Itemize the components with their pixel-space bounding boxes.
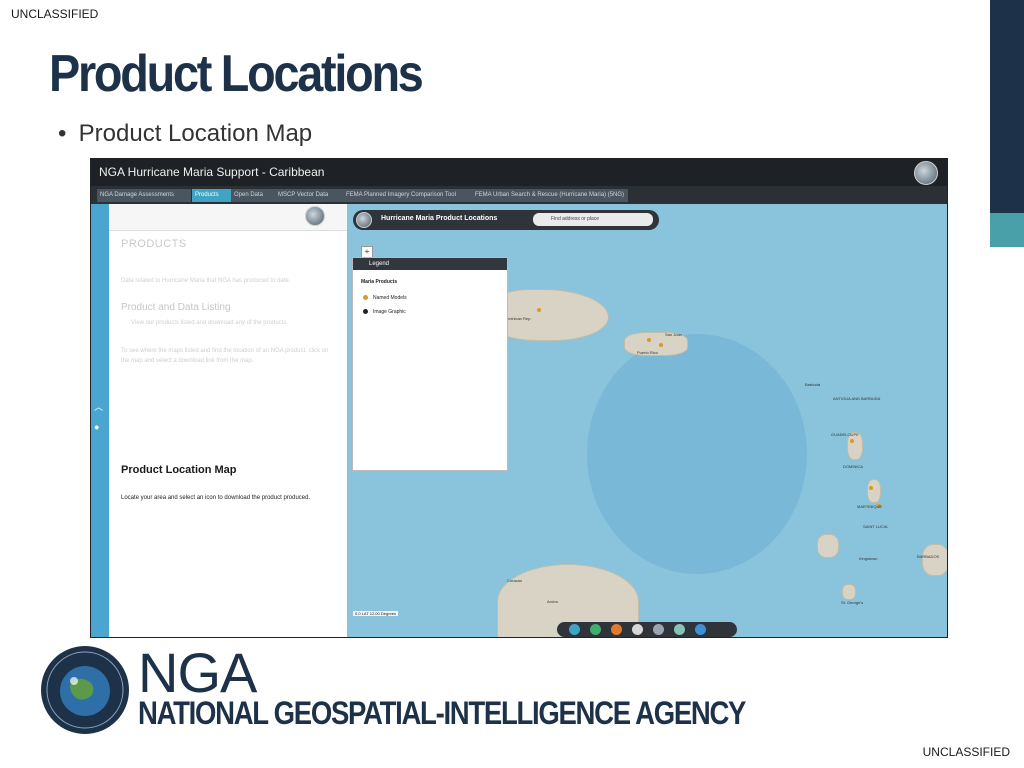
app-tabbar: NGA Damage Assessments Products Open Dat…	[91, 186, 947, 204]
map-label: GUADELOUPE	[831, 432, 859, 437]
tab-damage-assessments[interactable]: NGA Damage Assessments	[97, 189, 191, 202]
map-label: MARTINIQUE	[857, 504, 883, 509]
panel-subheading: Product and Data Listing	[121, 302, 231, 313]
print-tool-icon[interactable]	[632, 624, 643, 635]
panel-toolbar	[109, 204, 347, 231]
land-martinique	[867, 479, 881, 503]
tab-vector-data[interactable]: MSCP Vector Data	[275, 189, 344, 202]
yellow-pin-icon	[363, 295, 368, 300]
map-label: San Juan	[665, 332, 682, 337]
map-label: Puerto Rico	[637, 350, 658, 355]
legend-group: Maria Products	[361, 279, 398, 285]
layers-tool-icon[interactable]	[611, 624, 622, 635]
map-label: ANTIGUA AND BARBUDA	[833, 396, 881, 401]
map-bar-title: Hurricane Maria Product Locations	[381, 215, 498, 222]
measure-tool-icon[interactable]	[653, 624, 664, 635]
land-st-vincent	[817, 534, 839, 558]
bullet-text: Product Location Map	[78, 120, 313, 147]
deep-water	[587, 334, 807, 574]
draw-tool-icon[interactable]	[674, 624, 685, 635]
panel-nav-strip: ︿ ●	[91, 204, 109, 637]
page-dot-icon[interactable]: ●	[94, 422, 99, 432]
app-title: NGA Hurricane Maria Support - Caribbean	[99, 165, 325, 179]
map-label: DOMINICA	[843, 464, 863, 469]
map-label: St. George's	[841, 600, 864, 605]
map-view[interactable]: Dominican Rep. Puerto Rico San Juan Barb…	[347, 204, 947, 637]
share-tool-icon[interactable]	[695, 624, 706, 635]
map-label: Barbuda	[805, 382, 821, 387]
product-point[interactable]	[869, 486, 873, 490]
map-search-bar: Hurricane Maria Product Locations Find a…	[353, 210, 659, 230]
nga-seal-logo	[41, 646, 129, 734]
tab-imagery-comparison[interactable]: FEMA Planned Imagery Comparison Tool	[343, 189, 473, 202]
left-panel: ︿ ● PRODUCTS Data related to Hurricane M…	[91, 204, 347, 637]
panel-faded-paragraph: To see where the maps listed and find th…	[121, 348, 329, 364]
legend-item: Image Graphic	[373, 309, 406, 315]
panel-section-desc: Locate your area and select an icon to d…	[121, 495, 311, 501]
black-pin-icon	[363, 309, 368, 314]
product-point[interactable]	[647, 338, 651, 342]
accent-bar-navy	[990, 0, 1024, 213]
basemap-tool-icon[interactable]	[590, 624, 601, 635]
slide-bullet: • Product Location Map	[58, 120, 313, 147]
slide-title: Product Locations	[49, 45, 424, 103]
map-scale: 0.0 LAT 12.00 Degrees	[353, 611, 398, 616]
map-label: Curacao	[507, 578, 523, 583]
land-barbados	[922, 544, 947, 576]
panel-heading: PRODUCTS	[121, 238, 187, 250]
classification-top: UNCLASSIFIED	[11, 7, 99, 21]
map-bottom-toolbar	[557, 622, 737, 637]
accent-bar-teal	[990, 213, 1024, 247]
tab-open-data[interactable]: Open Data	[231, 189, 275, 202]
nga-full-name: NATIONAL GEOSPATIAL-INTELLIGENCE AGENCY	[138, 695, 746, 731]
map-label: SAINT LUCIA	[863, 524, 888, 529]
tab-products[interactable]: Products	[192, 189, 231, 202]
map-label: Aruba	[547, 599, 558, 604]
panel-sub-item: View our products listed and download an…	[131, 320, 288, 326]
app-screenshot: NGA Hurricane Maria Support - Caribbean …	[90, 158, 948, 638]
globe-icon[interactable]	[914, 161, 938, 185]
list-tool-icon[interactable]	[569, 624, 580, 635]
classification-bottom: UNCLASSIFIED	[922, 745, 1010, 759]
globe-icon[interactable]	[356, 212, 372, 228]
globe-icon[interactable]	[305, 206, 325, 226]
product-point[interactable]	[850, 439, 854, 443]
legend-title: Legend	[353, 258, 507, 270]
app-header: NGA Hurricane Maria Support - Caribbean	[91, 159, 947, 186]
product-point[interactable]	[537, 308, 541, 312]
product-point[interactable]	[659, 343, 663, 347]
nga-acronym: NGA	[138, 641, 257, 704]
chevron-up-icon[interactable]: ︿	[94, 400, 103, 413]
panel-section-title: Product Location Map	[121, 464, 237, 476]
panel-intro: Data related to Hurricane Maria that NGA…	[121, 278, 291, 284]
legend-panel: Legend Maria Products Named Models Image…	[352, 257, 508, 471]
tab-urban-search-rescue[interactable]: FEMA Urban Search & Rescue (Hurricane Ma…	[472, 189, 628, 202]
map-label: Kingstown	[859, 556, 878, 561]
legend-item: Named Models	[373, 295, 407, 301]
map-search-select[interactable]: Find address or place	[533, 213, 653, 226]
map-label: BARBADOS	[917, 554, 940, 559]
land-grenada	[842, 584, 856, 600]
